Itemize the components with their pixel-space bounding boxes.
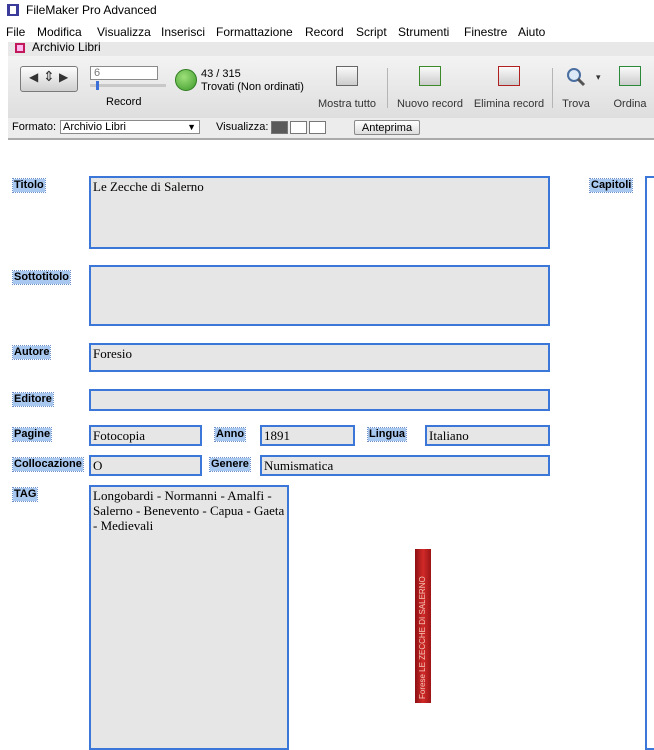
new-record-label: Nuovo record bbox=[396, 98, 464, 110]
toolbar-separator bbox=[387, 68, 388, 108]
find-label: Trova bbox=[562, 98, 590, 110]
tag-field[interactable]: Longobardi - Normanni - Amalfi - Salerno… bbox=[89, 485, 289, 750]
form-view-button[interactable] bbox=[271, 121, 288, 134]
format-label: Formato: bbox=[12, 121, 57, 133]
tag-label: TAG bbox=[11, 487, 39, 502]
record-slider-thumb[interactable] bbox=[96, 81, 99, 90]
list-view-button[interactable] bbox=[290, 121, 307, 134]
menu-modifica[interactable]: Modifica bbox=[37, 25, 82, 39]
menu-script[interactable]: Script bbox=[356, 25, 387, 39]
capitoli-label: Capitoli bbox=[588, 178, 634, 193]
find-button[interactable]: ▾ Trova bbox=[556, 66, 601, 112]
genere-field[interactable]: Numismatica bbox=[260, 455, 550, 476]
editore-field[interactable] bbox=[89, 389, 550, 411]
table-view-button[interactable] bbox=[309, 121, 326, 134]
lingua-label: Lingua bbox=[366, 427, 408, 442]
found-set-info: 43 / 315 Trovati (Non ordinati) bbox=[201, 68, 304, 94]
menu-formattazione[interactable]: Formattazione bbox=[216, 25, 293, 39]
find-dropdown-icon[interactable]: ▾ bbox=[596, 72, 601, 83]
content-top-border bbox=[8, 139, 654, 140]
show-all-button[interactable]: Mostra tutto bbox=[314, 66, 380, 112]
pagine-label: Pagine bbox=[11, 427, 53, 442]
menu-record[interactable]: Record bbox=[305, 25, 344, 39]
collocazione-label: Collocazione bbox=[12, 457, 84, 472]
book-spine-image: Forese LE ZECCHE DI SALERNO bbox=[415, 549, 431, 703]
show-all-icon bbox=[336, 66, 358, 86]
book-pages-icon: ⇕ bbox=[43, 68, 55, 84]
autore-label: Autore bbox=[11, 345, 52, 360]
layout-select-value: Archivio Libri bbox=[63, 121, 126, 133]
sort-label: Ordina bbox=[613, 98, 647, 110]
menu-finestre[interactable]: Finestre bbox=[464, 25, 507, 39]
record-label: Record bbox=[106, 96, 142, 108]
found-status: Trovati (Non ordinati) bbox=[201, 81, 304, 93]
show-all-label: Mostra tutto bbox=[317, 98, 377, 110]
new-record-icon bbox=[419, 66, 441, 86]
document-icon bbox=[15, 43, 25, 53]
menu-aiuto[interactable]: Aiuto bbox=[518, 25, 545, 39]
preview-button[interactable]: Anteprima bbox=[354, 120, 420, 135]
found-count: 43 / 315 bbox=[201, 68, 241, 80]
filemaker-app-icon bbox=[7, 4, 19, 16]
toolbar-separator bbox=[552, 68, 553, 108]
lingua-field[interactable]: Italiano bbox=[425, 425, 550, 446]
sort-button[interactable]: Ordina bbox=[606, 66, 654, 112]
genere-label: Genere bbox=[209, 457, 251, 472]
sort-icon bbox=[619, 66, 641, 86]
magnifier-icon bbox=[567, 68, 586, 87]
menu-strumenti[interactable]: Strumenti bbox=[398, 25, 449, 39]
delete-record-label: Elimina record bbox=[473, 98, 545, 110]
layout-bar: Formato: Archivio Libri ▼ Visualizza: An… bbox=[8, 118, 654, 139]
delete-record-icon bbox=[498, 66, 520, 86]
next-record-icon[interactable]: ▶ bbox=[59, 70, 68, 84]
menu-file[interactable]: File bbox=[6, 25, 25, 39]
app-title: FileMaker Pro Advanced bbox=[26, 3, 157, 17]
autore-field[interactable]: Foresio bbox=[89, 343, 550, 372]
titolo-field[interactable]: Le Zecche di Salerno bbox=[89, 176, 550, 249]
editore-label: Editore bbox=[12, 392, 54, 407]
book-spine-text: Forese LE ZECCHE DI SALERNO bbox=[418, 576, 427, 699]
pagine-field[interactable]: Fotocopia bbox=[89, 425, 202, 446]
chevron-down-icon: ▼ bbox=[187, 122, 196, 132]
found-set-pie-icon[interactable] bbox=[175, 69, 197, 91]
sottotitolo-field[interactable] bbox=[89, 265, 550, 326]
current-record-input[interactable]: 6 bbox=[90, 66, 158, 80]
new-record-button[interactable]: Nuovo record bbox=[392, 66, 468, 112]
collocazione-field[interactable]: O bbox=[89, 455, 202, 476]
document-title: Archivio Libri bbox=[32, 40, 101, 54]
capitoli-field[interactable] bbox=[645, 176, 654, 750]
status-toolbar: ◀ ⇕ ▶ 6 Record 43 / 315 Trovati (Non ord… bbox=[8, 56, 654, 119]
anno-label: Anno bbox=[213, 427, 247, 442]
title-bar: FileMaker Pro Advanced bbox=[0, 0, 654, 22]
previous-record-icon[interactable]: ◀ bbox=[29, 70, 38, 84]
record-navigation-book[interactable]: ◀ ⇕ ▶ bbox=[20, 66, 78, 92]
anno-field[interactable]: 1891 bbox=[260, 425, 355, 446]
menu-inserisci[interactable]: Inserisci bbox=[161, 25, 205, 39]
view-label: Visualizza: bbox=[216, 121, 269, 133]
record-slider[interactable] bbox=[90, 81, 166, 90]
sottotitolo-label: Sottotitolo bbox=[12, 270, 71, 285]
menu-visualizza[interactable]: Visualizza bbox=[97, 25, 151, 39]
titolo-label: Titolo bbox=[12, 178, 46, 193]
layout-select[interactable]: Archivio Libri ▼ bbox=[60, 120, 200, 134]
delete-record-button[interactable]: Elimina record bbox=[470, 66, 548, 112]
document-title-bar: Archivio Libri bbox=[8, 40, 654, 57]
menu-bar: File Modifica Visualizza Inserisci Forma… bbox=[0, 22, 654, 42]
